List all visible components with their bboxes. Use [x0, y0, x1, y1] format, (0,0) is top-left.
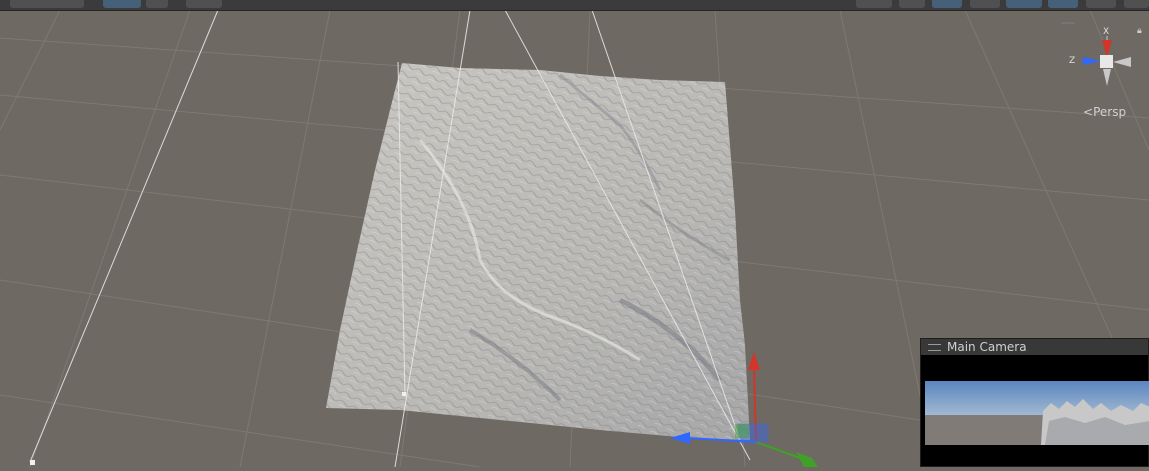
- layers-dropdown[interactable]: [10, 0, 84, 8]
- chevron-left-icon: <: [1083, 105, 1094, 119]
- tool-handle-button[interactable]: [103, 0, 141, 8]
- lock-icon[interactable]: 🔒︎: [1137, 26, 1142, 36]
- projection-label: Persp: [1093, 105, 1127, 119]
- z-axis-cone[interactable]: [1083, 57, 1101, 65]
- z-axis-label: Z: [1069, 56, 1075, 66]
- scene-toolbar: [0, 0, 1149, 11]
- pivot-toggle-button[interactable]: [146, 0, 168, 8]
- camera-preview-panel[interactable]: Main Camera: [920, 338, 1149, 467]
- center-cube[interactable]: [1100, 55, 1113, 68]
- camera-toggle-button[interactable]: [932, 0, 962, 8]
- neg-y-axis-cone[interactable]: [1103, 69, 1111, 86]
- orientation-gizmo[interactable]: X Z: [999, 14, 1149, 124]
- projection-toggle[interactable]: <Persp: [1083, 105, 1126, 119]
- x-axis-label: X: [1103, 27, 1109, 37]
- terrain-mesh[interactable]: [326, 63, 750, 440]
- camera-preview-title: Main Camera: [947, 340, 1027, 354]
- frustum-point: [402, 392, 406, 396]
- camera-preview-header[interactable]: Main Camera: [921, 339, 1148, 355]
- snap-increment-button[interactable]: [186, 0, 222, 8]
- neg-x-axis-cone[interactable]: [1113, 57, 1131, 67]
- scene-view-settings-button[interactable]: [899, 0, 925, 8]
- drag-handle-icon[interactable]: [928, 344, 941, 351]
- gizmos-button[interactable]: [856, 0, 892, 8]
- 2d-toggle-button[interactable]: [1086, 0, 1116, 8]
- frustum-point: [30, 460, 35, 465]
- fx-toggle-button[interactable]: [1006, 0, 1042, 8]
- lighting-toggle-button[interactable]: [970, 0, 1000, 8]
- gizmo-visibility-button[interactable]: [1124, 0, 1149, 8]
- camera-preview-image: [925, 381, 1149, 445]
- search-icon[interactable]: [1048, 0, 1078, 8]
